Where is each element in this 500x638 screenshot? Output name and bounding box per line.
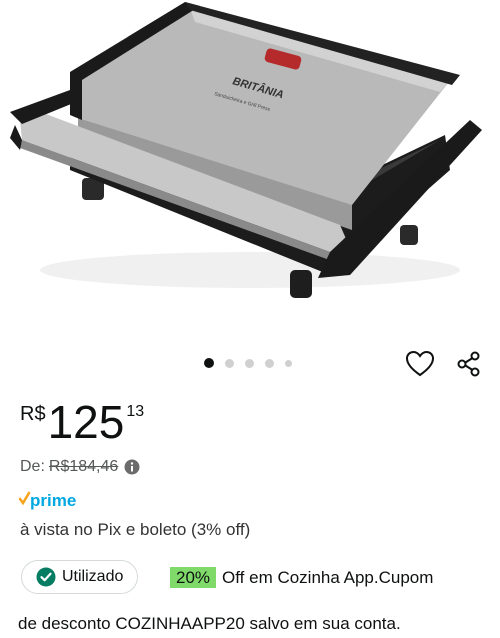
coupon-status-label: Utilizado [62,568,124,585]
coupon-text: 20% Off em Cozinha App.Cupom [170,567,434,588]
price-whole: 125 [47,396,125,448]
check-circle-icon [36,567,56,587]
grill-foot [290,270,312,298]
prime-label: prime [30,491,76,510]
carousel-dot[interactable] [225,358,234,368]
prime-badge: prime [18,490,88,517]
carousel-dot[interactable] [265,358,274,368]
list-price-label: De: [20,458,45,475]
coupon-text-line2: de desconto COZINHAAPP20 salvo em sua co… [18,614,401,633]
share-button[interactable] [452,347,486,381]
info-icon[interactable] [124,459,140,475]
share-icon [457,351,480,377]
heart-icon [406,351,434,377]
wishlist-button[interactable] [403,347,437,381]
coupon-status-badge[interactable]: Utilizado [21,560,139,594]
grill-foot [400,225,418,245]
carousel-dot[interactable] [285,359,292,367]
carousel-dot-active[interactable] [204,358,214,368]
price-cents: 13 [126,403,145,420]
product-image[interactable]: BRITÂNIA Sanduicheira e Grill Press [0,0,500,340]
image-carousel-indicator[interactable] [204,358,292,368]
list-price-amount: R$184,46 [48,458,119,475]
prime-check-icon [18,491,31,506]
coupon-text-line1: Off em Cozinha App.Cupom [222,568,434,587]
carousel-dot[interactable] [245,358,254,368]
price: R$ 125 13 [20,397,144,447]
price-currency: R$ [20,403,46,425]
payment-note: à vista no Pix e boleto (3% off) [20,520,251,539]
coupon-percent: 20% [170,567,217,588]
list-price: De: R$184,46 [20,458,140,476]
